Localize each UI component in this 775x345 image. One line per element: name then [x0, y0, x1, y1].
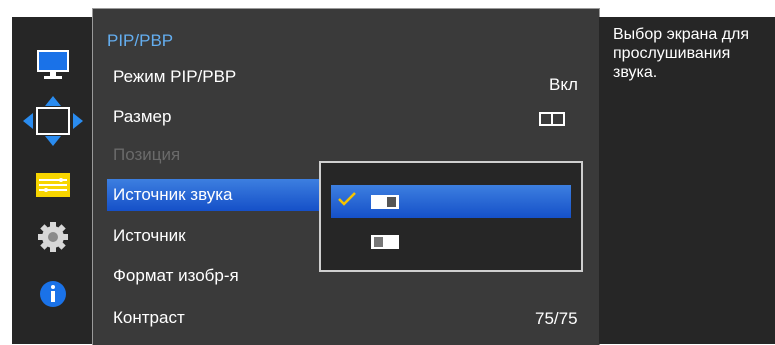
menu-item-label: Размер: [113, 107, 172, 126]
menu-item-label: Контраст: [113, 308, 185, 327]
pbp-split-icon: [539, 112, 565, 126]
menu-item-label: Источник звука: [113, 185, 233, 204]
menu-item-pip-pbp-mode[interactable]: Режим PIP/PBP: [107, 61, 595, 93]
checkmark-icon: [338, 192, 356, 206]
main-screen-audio-icon: [371, 195, 399, 209]
menu-item-size[interactable]: Размер: [107, 101, 595, 133]
menu-item-label: Режим PIP/PBP: [113, 67, 237, 86]
information-icon[interactable]: [28, 274, 78, 314]
menu-item-contrast[interactable]: Контраст: [107, 302, 595, 334]
osd-menu-screen: PIP/PBP Режим PIP/PBP Вкл Размер Позиция…: [0, 0, 775, 345]
sub-screen-audio-icon: [371, 235, 399, 249]
picture-monitor-icon[interactable]: [28, 45, 78, 85]
pip-pbp-mode-value: Вкл: [549, 75, 578, 94]
menu-item-label: Источник: [113, 226, 186, 245]
menu-title: PIP/PBP: [107, 31, 174, 50]
help-panel: Выбор экрана для прослушивания звука.: [599, 17, 775, 344]
menu-panel: PIP/PBP Режим PIP/PBP Вкл Размер Позиция…: [92, 8, 600, 345]
sound-source-popup: [319, 161, 583, 272]
pip-pbp-menu-icon[interactable]: [28, 165, 78, 205]
menu-item-label: Формат изобр-я: [113, 266, 239, 285]
settings-gear-icon[interactable]: [28, 217, 78, 257]
sound-source-option-sub[interactable]: [331, 225, 571, 258]
category-sidebar: [12, 17, 92, 344]
menu-item-label: Позиция: [113, 145, 181, 164]
contrast-value: 75/75: [535, 309, 578, 328]
screen-adjust-arrows-icon[interactable]: [20, 95, 86, 147]
sound-source-option-main[interactable]: [331, 185, 571, 218]
help-text: Выбор экрана для прослушивания звука.: [613, 26, 750, 81]
menu-item-sound-source[interactable]: Источник звука: [107, 179, 321, 211]
